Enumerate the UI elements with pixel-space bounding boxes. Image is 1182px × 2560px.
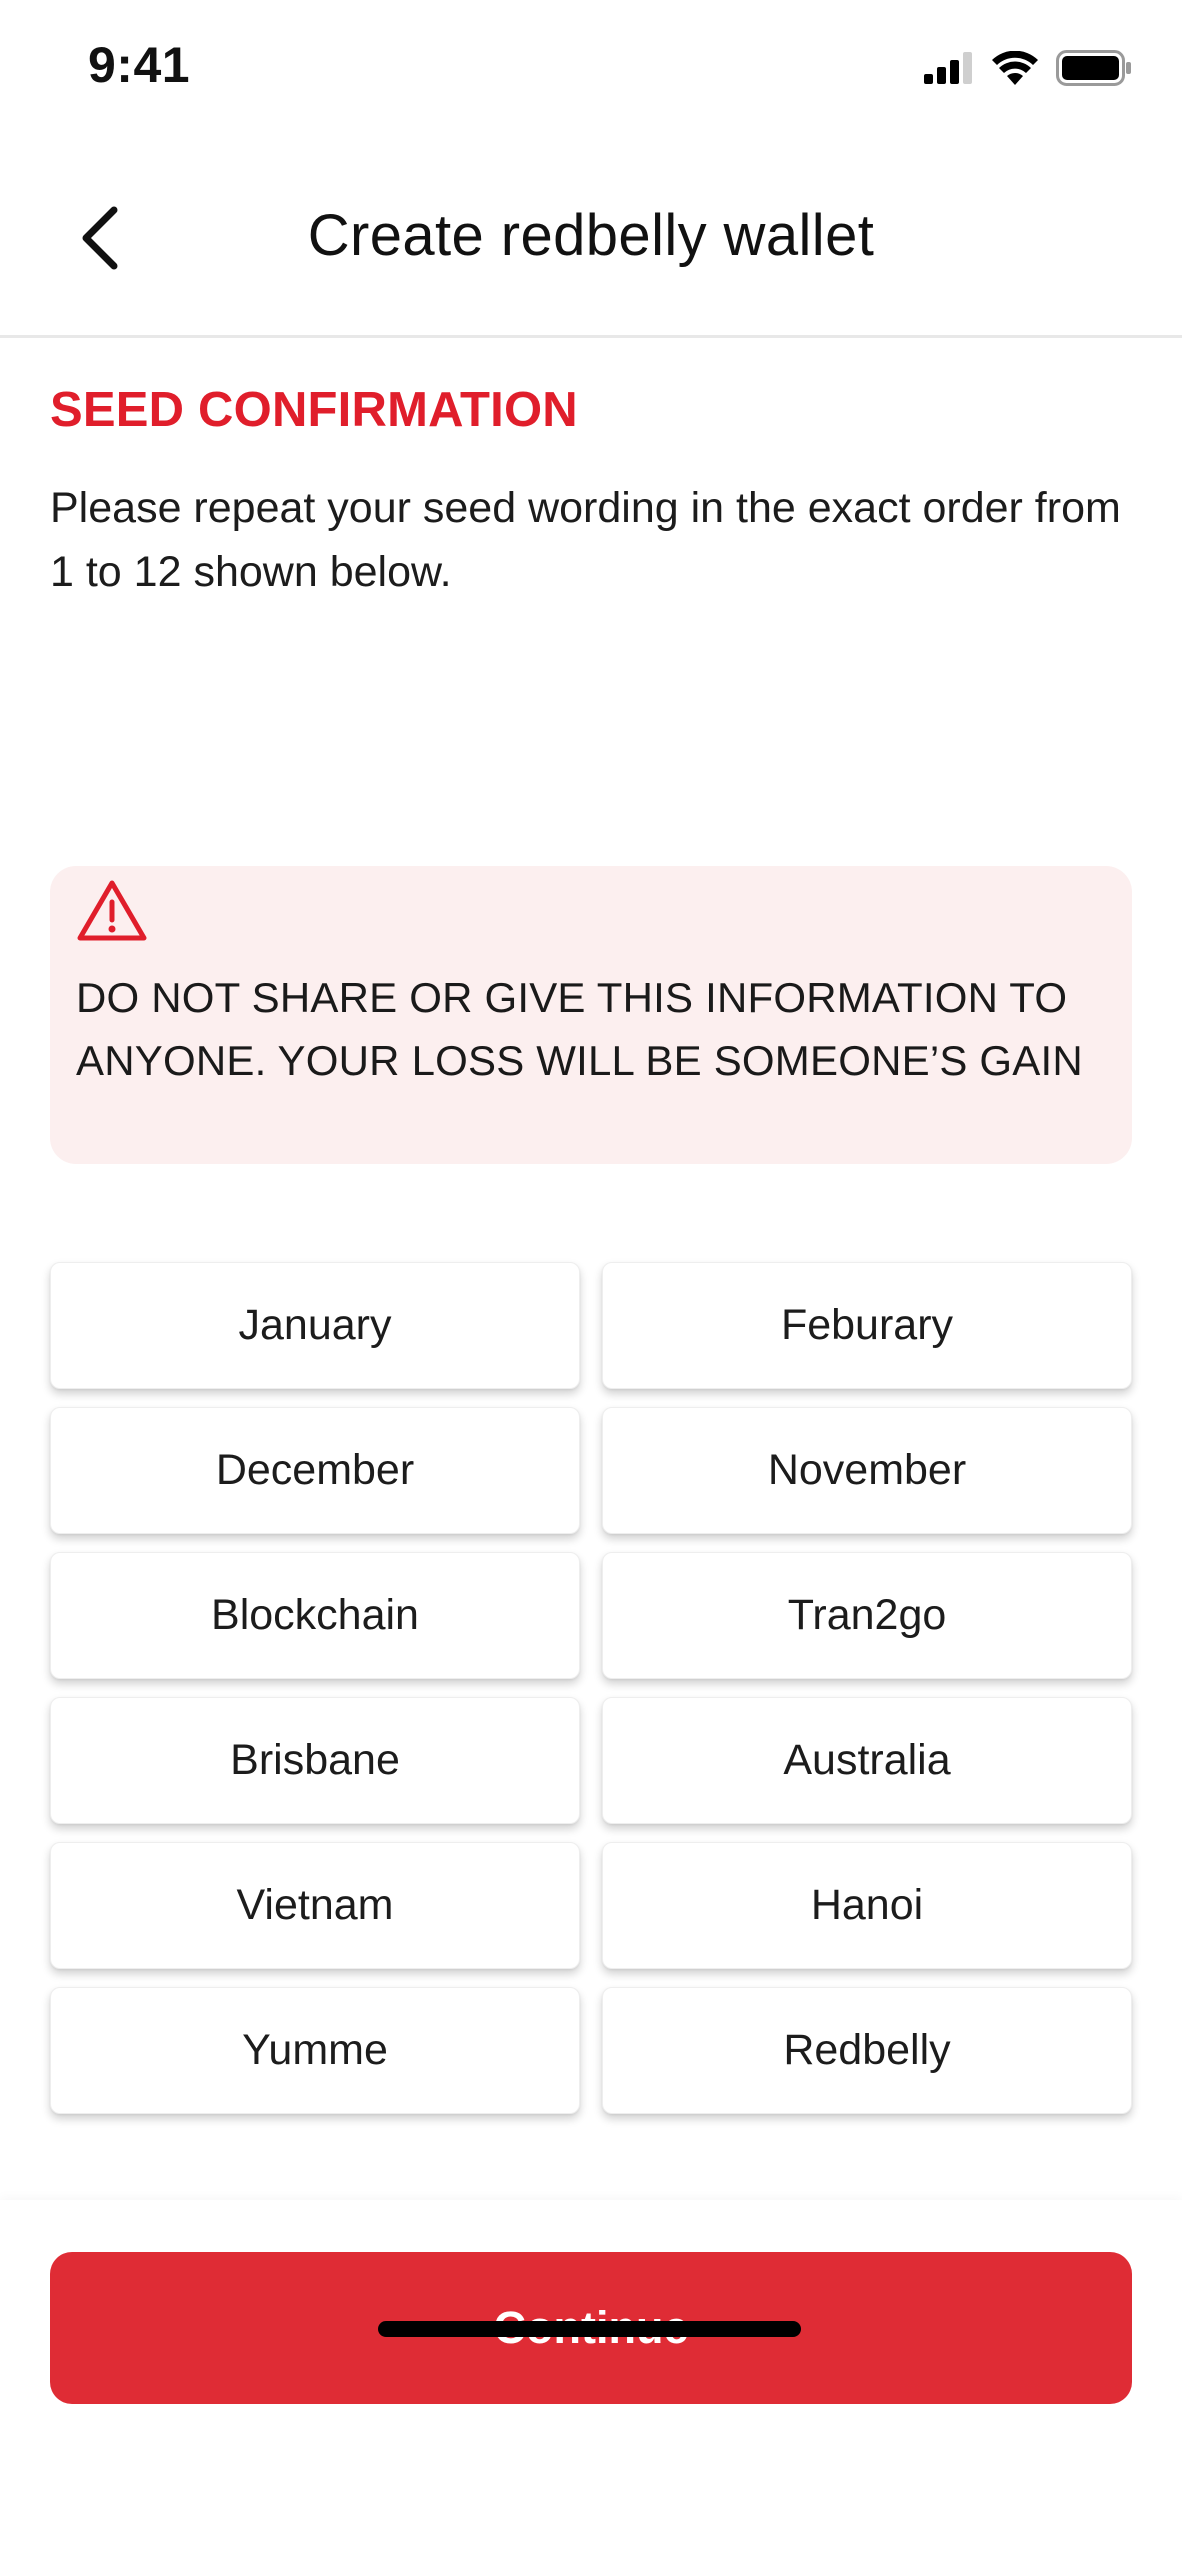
footer: Continue	[0, 2200, 1182, 2560]
seed-word-chip[interactable]: Australia	[602, 1697, 1132, 1824]
seed-word-chip[interactable]: Redbelly	[602, 1987, 1132, 2114]
seed-word-chip[interactable]: December	[50, 1407, 580, 1534]
seed-word-chip[interactable]: Yumme	[50, 1987, 580, 2114]
seed-word-grid: January Feburary December November Block…	[50, 1262, 1132, 2114]
warning-triangle-icon	[76, 878, 148, 944]
page-title: Create redbelly wallet	[307, 203, 875, 268]
seed-word-chip[interactable]: Vietnam	[50, 1842, 580, 1969]
seed-word-chip[interactable]: Feburary	[602, 1262, 1132, 1389]
status-bar: 9:41	[0, 0, 1182, 140]
warning-box: DO NOT SHARE OR GIVE THIS INFORMATION TO…	[50, 866, 1132, 1164]
warning-text: DO NOT SHARE OR GIVE THIS INFORMATION TO…	[76, 974, 1083, 1084]
seed-word-chip[interactable]: January	[50, 1262, 580, 1389]
seed-word-chip[interactable]: Blockchain	[50, 1552, 580, 1679]
nav-header: Create redbelly wallet	[0, 140, 1182, 338]
seed-word-chip[interactable]: Hanoi	[602, 1842, 1132, 1969]
wifi-icon	[992, 50, 1038, 90]
status-time: 9:41	[88, 37, 191, 93]
seed-word-chip[interactable]: Brisbane	[50, 1697, 580, 1824]
seed-word-chip[interactable]: Tran2go	[602, 1552, 1132, 1679]
section-title: SEED CONFIRMATION	[50, 383, 578, 437]
home-indicator[interactable]	[378, 2321, 801, 2337]
status-icons	[924, 48, 1132, 92]
instructions-text: Please repeat your seed wording in the e…	[50, 484, 1121, 596]
screen: 9:41 Create redbelly wallet SEED CONFIRM…	[0, 0, 1182, 2560]
seed-word-chip[interactable]: November	[602, 1407, 1132, 1534]
signal-icon	[924, 51, 974, 89]
battery-icon	[1056, 49, 1132, 91]
